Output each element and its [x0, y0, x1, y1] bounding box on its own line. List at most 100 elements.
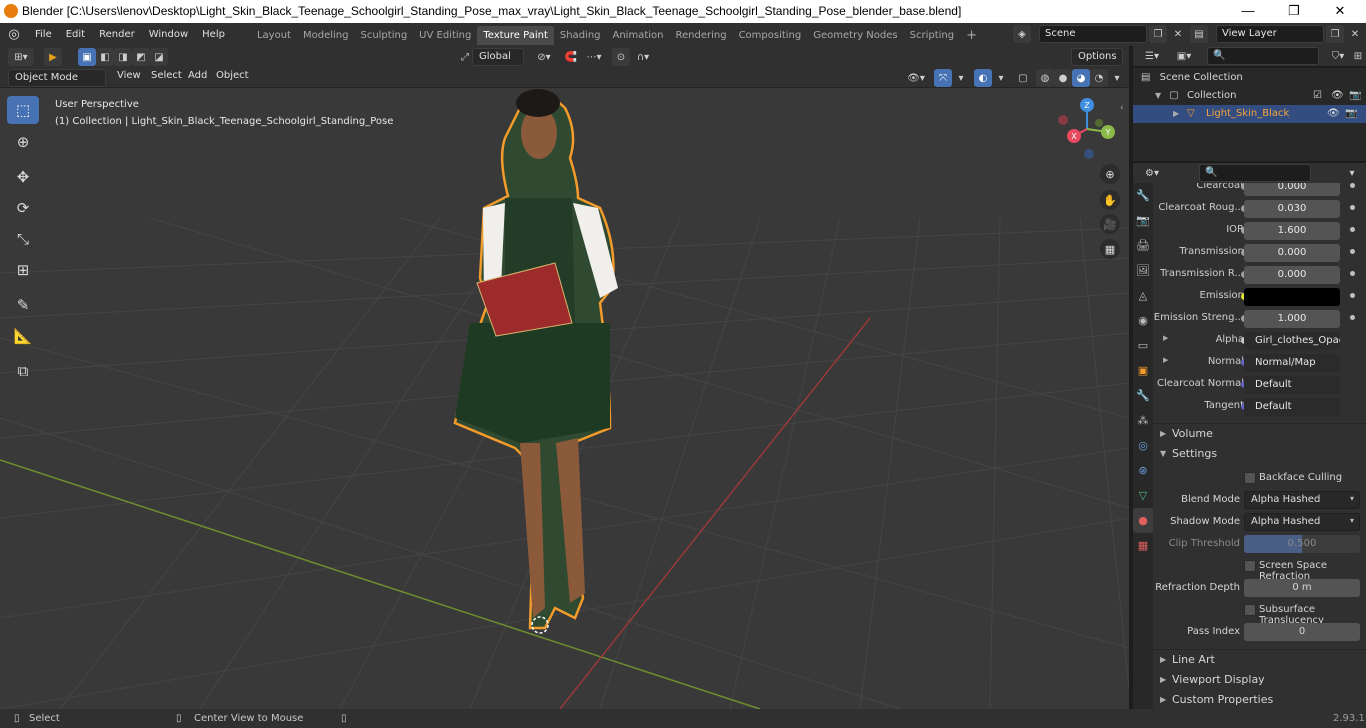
xray-toggle-icon[interactable]: ▢ [1014, 69, 1032, 87]
keyframe-dot-icon[interactable] [1350, 205, 1355, 210]
backface-culling-checkbox[interactable] [1244, 472, 1256, 484]
transmission-field[interactable]: 0.000 [1244, 244, 1340, 262]
texture-tab-icon[interactable]: ▦ [1133, 533, 1153, 558]
cursor-tool-icon[interactable]: ⊕ [7, 128, 39, 156]
section-settings[interactable]: ▼ Settings [1153, 444, 1366, 464]
section-viewport-display[interactable]: ▶ Viewport Display [1153, 670, 1366, 690]
outliner-scene-collection[interactable]: ▤ Scene Collection [1141, 69, 1243, 87]
close-button[interactable]: ✕ [1317, 0, 1363, 23]
scene-tab-icon[interactable]: ◬ [1133, 283, 1153, 308]
keyframe-dot-icon[interactable] [1350, 249, 1355, 254]
physics-tab-icon[interactable]: ◎ [1133, 433, 1153, 458]
constraints-tab-icon[interactable]: ⊛ [1133, 458, 1153, 483]
gizmo-toggle-icon[interactable]: ⤧ [934, 69, 952, 87]
menu-edit[interactable]: Edit [59, 23, 92, 46]
scale-tool-icon[interactable]: ⤡ [7, 225, 39, 253]
delete-scene-icon[interactable]: ✕ [1169, 25, 1187, 43]
delete-view-layer-icon[interactable]: ✕ [1346, 25, 1364, 43]
overlay-dropdown-icon[interactable]: ▾ [992, 69, 1010, 87]
outliner-collection-row[interactable]: ▼ ▢ Collection ☑ 👁 📷 [1155, 87, 1366, 105]
select-box-mode-icon[interactable]: ▣ [78, 48, 96, 66]
transform-orientation-dropdown[interactable]: Global [472, 48, 524, 66]
zoom-icon[interactable]: ⊕ [1100, 164, 1120, 184]
menu-window[interactable]: Window [142, 23, 195, 46]
tab-shading[interactable]: Shading [554, 26, 607, 45]
menu-file[interactable]: File [28, 23, 59, 46]
properties-editor-icon[interactable]: ⚙▾ [1139, 164, 1165, 182]
move-tool-icon[interactable]: ✥ [7, 163, 39, 191]
keyframe-dot-icon[interactable] [1350, 293, 1355, 298]
select-invert-mode-icon[interactable]: ◩ [132, 48, 150, 66]
snap-target-icon[interactable]: ⋯▾ [582, 48, 606, 66]
editor-type-icon[interactable]: ⊞▾ [8, 48, 34, 66]
tab-scripting[interactable]: Scripting [904, 26, 960, 45]
object-camera-icon[interactable]: 📷 [1345, 105, 1357, 123]
outliner-search-input[interactable]: 🔍 [1207, 47, 1319, 65]
transmission-roughness-field[interactable]: 0.000 [1244, 266, 1340, 284]
collection-checkbox-icon[interactable]: ☑ [1313, 87, 1322, 105]
expand-arrow-icon[interactable]: ▼ [1155, 91, 1161, 100]
ior-field[interactable]: 1.600 [1244, 222, 1340, 240]
duplicate-view-layer-icon[interactable]: ❐ [1326, 25, 1344, 43]
select-tool-icon[interactable]: ▶ [44, 48, 62, 66]
snap-toggle-icon[interactable]: 🧲 [562, 48, 580, 66]
data-tab-icon[interactable]: ▽ [1133, 483, 1153, 508]
properties-options-icon[interactable]: ▾ [1343, 164, 1361, 182]
world-tab-icon[interactable]: ◉ [1133, 308, 1153, 333]
tab-layout[interactable]: Layout [251, 26, 297, 45]
sidebar-toggle-icon[interactable]: ‹ [1120, 103, 1124, 113]
clearcoat-field[interactable]: 0.000 [1244, 183, 1340, 196]
tab-texture-paint[interactable]: Texture Paint [477, 26, 554, 45]
new-collection-icon[interactable]: ⊞ [1349, 47, 1366, 65]
options-dropdown[interactable]: Options [1071, 48, 1123, 66]
tangent-field[interactable]: Default [1244, 398, 1340, 416]
outliner-editor-icon[interactable]: ☰▾ [1139, 47, 1165, 65]
alpha-link-field[interactable]: Girl_clothes_Opacity... [1244, 332, 1340, 350]
rendered-shading-icon[interactable]: ◔ [1090, 69, 1108, 87]
clearcoat-normal-field[interactable]: Default [1244, 376, 1340, 394]
tab-animation[interactable]: Animation [607, 26, 670, 45]
tool-tab-icon[interactable]: 🔧 [1133, 183, 1153, 208]
shading-dropdown-icon[interactable]: ▾ [1108, 69, 1126, 87]
tab-uv-editing[interactable]: UV Editing [413, 26, 477, 45]
keyframe-dot-icon[interactable] [1350, 183, 1355, 188]
measure-tool-icon[interactable]: 📐 [7, 322, 39, 350]
select-subtract-mode-icon[interactable]: ◨ [114, 48, 132, 66]
duplicate-scene-icon[interactable]: ❐ [1149, 25, 1167, 43]
scene-name-field[interactable]: Scene [1039, 25, 1147, 43]
pivot-point-icon[interactable]: ⊘▾ [532, 48, 556, 66]
collection-camera-icon[interactable]: 📷 [1349, 87, 1361, 105]
menu-render[interactable]: Render [92, 23, 142, 46]
tab-sculpting[interactable]: Sculpting [354, 26, 413, 45]
pan-hand-icon[interactable]: ✋ [1100, 190, 1120, 210]
collection-tab-icon[interactable]: ▭ [1133, 333, 1153, 358]
tab-modeling[interactable]: Modeling [297, 26, 355, 45]
3d-viewport[interactable]: User Perspective (1) Collection | Light_… [0, 88, 1129, 709]
material-shading-icon[interactable]: ◕ [1072, 69, 1090, 87]
scene-icon[interactable]: ◈ [1013, 25, 1031, 43]
normal-link-field[interactable]: Normal/Map [1244, 354, 1340, 372]
filter-icon[interactable]: ⛉▾ [1325, 47, 1351, 65]
display-mode-icon[interactable]: ▣▾ [1171, 47, 1197, 65]
navigation-gizmo[interactable]: Z X Y [1054, 96, 1120, 162]
ortho-grid-icon[interactable]: ▦ [1100, 239, 1120, 259]
maximize-button[interactable]: ❐ [1271, 0, 1317, 23]
camera-view-icon[interactable]: 🎥 [1100, 214, 1120, 234]
add-cube-tool-icon[interactable]: ⧉ [7, 357, 39, 385]
screen-space-refraction-checkbox[interactable] [1244, 560, 1256, 572]
section-custom-properties[interactable]: ▶ Custom Properties [1153, 690, 1366, 709]
menu-view[interactable]: View [110, 66, 148, 86]
tab-rendering[interactable]: Rendering [669, 26, 732, 45]
keyframe-dot-icon[interactable] [1350, 315, 1355, 320]
keyframe-dot-icon[interactable] [1350, 271, 1355, 276]
subsurface-translucency-checkbox[interactable] [1244, 604, 1256, 616]
expand-arrow-icon[interactable]: ▶ [1163, 356, 1168, 364]
gizmo-dropdown-icon[interactable]: ▾ [952, 69, 970, 87]
falloff-icon[interactable]: ∩▾ [630, 48, 656, 66]
properties-search-input[interactable]: 🔍 [1199, 164, 1311, 182]
render-tab-icon[interactable]: 📷 [1133, 208, 1153, 233]
character-model[interactable] [453, 89, 618, 634]
view-layer-icon[interactable]: ▤ [1190, 25, 1208, 43]
annotate-tool-icon[interactable]: ✎ [7, 291, 39, 319]
visibility-icon[interactable]: 👁▾ [903, 69, 929, 87]
